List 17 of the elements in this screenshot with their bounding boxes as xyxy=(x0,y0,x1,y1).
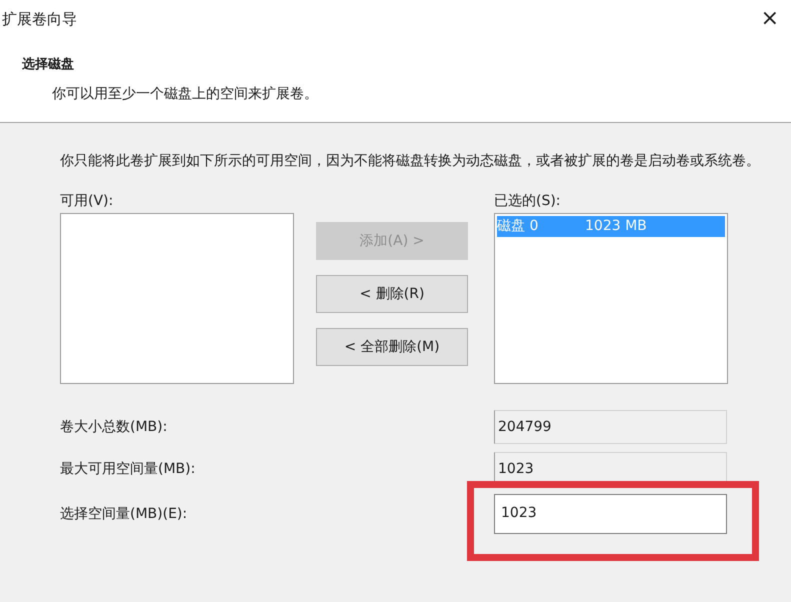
page-subtitle: 你可以用至少一个磁盘上的空间来扩展卷。 xyxy=(52,85,318,104)
disk-name: 磁盘 0 xyxy=(497,217,540,236)
field-label: 卷大小总数(MB): xyxy=(60,418,168,436)
description-text: 你只能将此卷扩展到如下所示的可用空间，因为不能将磁盘转换为动态磁盘，或者被扩展的卷是启动卷或系统卷。 xyxy=(60,152,761,171)
number-field[interactable]: 1023 xyxy=(494,494,727,534)
page-heading: 选择磁盘 xyxy=(22,56,74,74)
available-list[interactable] xyxy=(60,213,294,384)
close-button[interactable]: × xyxy=(760,8,779,30)
disk-size: 1023 MB xyxy=(585,217,647,236)
field-label: 选择空间量(MB)(E): xyxy=(60,504,188,524)
list-label: 可用(V): xyxy=(60,192,114,211)
list-label: 已选的(S): xyxy=(494,192,562,211)
field-label: 最大可用空间量(MB): xyxy=(60,460,196,478)
wizard-button[interactable]: < 全部删除(M) xyxy=(316,328,468,366)
wizard-button[interactable]: < 删除(R) xyxy=(316,275,468,313)
window-title: 扩展卷向导 xyxy=(2,9,77,30)
readonly-field[interactable]: 204799 xyxy=(494,410,727,444)
